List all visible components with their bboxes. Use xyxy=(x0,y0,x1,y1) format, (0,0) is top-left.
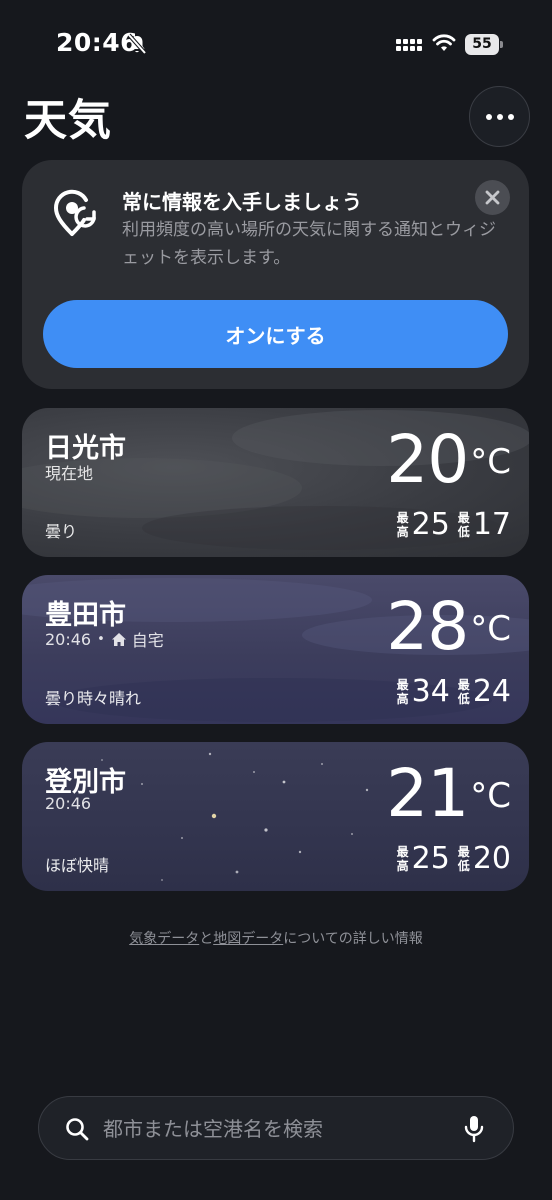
city-subtitle: 20:46 • 自宅 xyxy=(45,627,164,651)
current-temperature: 20 °C xyxy=(386,418,511,502)
high-label: 最高 xyxy=(397,678,409,706)
high-low-temps: 最高 25 最低 20 xyxy=(397,842,511,876)
microphone-icon[interactable] xyxy=(463,1115,485,1143)
city-card-nikko[interactable]: 日光市 現在地 20 °C 曇り 最高 25 最低 17 xyxy=(22,408,529,557)
low-label-text: 最低 xyxy=(458,678,470,706)
high-value: 25 xyxy=(411,507,450,542)
label-char: 高 xyxy=(396,525,409,539)
low-label: 最低 xyxy=(458,678,470,706)
current-location-label: 現在地 xyxy=(45,464,94,483)
label-char: 最 xyxy=(396,845,409,859)
weather-condition: ほぼ快晴 xyxy=(45,856,110,875)
attribution-suffix: についての詳しい情報 xyxy=(283,931,423,947)
label-char: 高 xyxy=(396,692,409,706)
battery-level: 55 xyxy=(465,34,499,55)
low-label-text: 最低 xyxy=(458,511,470,539)
city-card-noboribetsu[interactable]: 登別市 20:46 21 °C ほぼ快晴 最高 25 最低 20 xyxy=(22,742,529,891)
local-time: 20:46 xyxy=(45,794,92,813)
low-label-text: 最低 xyxy=(458,845,470,873)
data-attribution: 気象データと地図データについての詳しい情報 xyxy=(0,928,552,948)
battery-cap xyxy=(500,41,503,48)
weather-data-link[interactable]: 気象データ xyxy=(129,931,199,947)
more-dot-icon xyxy=(485,113,492,120)
high-low-temps: 最高 34 最低 24 xyxy=(397,675,511,709)
label-char: 最 xyxy=(396,678,409,692)
label-char: 低 xyxy=(457,692,470,706)
high-low-temps: 最高 25 最低 17 xyxy=(397,508,511,542)
low-label: 最低 xyxy=(458,511,470,539)
page-title: 天気 xyxy=(24,96,112,146)
weather-screen: 20:46 55 天気 常に情報を入手しましょう 利用頻度の高い場所の天気に関す… xyxy=(0,0,552,1200)
more-dot-icon xyxy=(496,113,503,120)
current-temperature: 21 °C xyxy=(386,752,511,836)
low-value: 20 xyxy=(472,841,511,876)
high-label-text: 最高 xyxy=(397,678,409,706)
close-button[interactable] xyxy=(475,180,510,215)
notification-promo-card: 常に情報を入手しましょう 利用頻度の高い場所の天気に関する通知とウィジェットを表… xyxy=(22,160,529,389)
more-dot-icon xyxy=(507,113,514,120)
label-char: 低 xyxy=(457,525,470,539)
home-icon xyxy=(111,632,126,646)
current-temperature: 28 °C xyxy=(386,585,511,669)
location-alert-icon xyxy=(53,189,96,236)
notice-title: 常に情報を入手しましょう xyxy=(122,190,362,214)
label-char: 高 xyxy=(396,859,409,873)
search-input[interactable] xyxy=(103,1109,443,1149)
high-label: 最高 xyxy=(397,845,409,873)
high-label: 最高 xyxy=(397,511,409,539)
label-char: 低 xyxy=(457,859,470,873)
temperature-value: 28 xyxy=(386,588,469,665)
attribution-and: と xyxy=(199,931,214,947)
label-char: 最 xyxy=(457,845,470,859)
low-label: 最低 xyxy=(458,845,470,873)
weather-condition: 曇り時々晴れ xyxy=(45,689,142,708)
search-icon xyxy=(66,1118,89,1141)
high-label-text: 最高 xyxy=(397,845,409,873)
temperature-unit: °C xyxy=(470,609,511,649)
city-card-toyota[interactable]: 豊田市 20:46 • 自宅 28 °C 曇り時々晴れ 最高 34 最低 24 xyxy=(22,575,529,724)
more-options-button[interactable] xyxy=(469,86,530,147)
low-value: 17 xyxy=(472,507,511,542)
map-data-link[interactable]: 地図データ xyxy=(213,931,283,947)
battery-indicator: 55 xyxy=(465,34,503,55)
notice-body: 利用頻度の高い場所の天気に関する通知とウィジェットを表示します。 xyxy=(122,220,496,268)
wifi-icon xyxy=(432,34,456,51)
temperature-unit: °C xyxy=(470,442,511,482)
label-char: 最 xyxy=(457,678,470,692)
low-value: 24 xyxy=(472,674,511,709)
city-subtitle: 現在地 xyxy=(45,460,93,484)
separator: • xyxy=(97,631,105,647)
place-label: 自宅 xyxy=(131,631,164,650)
signal-icon xyxy=(396,39,422,51)
search-bar[interactable] xyxy=(38,1096,514,1160)
label-char: 最 xyxy=(457,511,470,525)
high-value: 25 xyxy=(411,841,450,876)
weather-condition: 曇り xyxy=(45,522,78,541)
label-char: 最 xyxy=(396,511,409,525)
temperature-unit: °C xyxy=(470,776,511,816)
city-subtitle: 20:46 xyxy=(45,794,91,813)
status-bar: 20:46 55 xyxy=(0,0,552,80)
temperature-value: 20 xyxy=(386,421,469,498)
local-time: 20:46 xyxy=(45,629,92,649)
bell-slash-icon xyxy=(127,33,147,55)
close-icon xyxy=(485,190,500,205)
temperature-value: 21 xyxy=(386,755,469,832)
high-label-text: 最高 xyxy=(397,511,409,539)
high-value: 34 xyxy=(411,674,450,709)
enable-notifications-button[interactable]: オンにする xyxy=(43,300,508,368)
